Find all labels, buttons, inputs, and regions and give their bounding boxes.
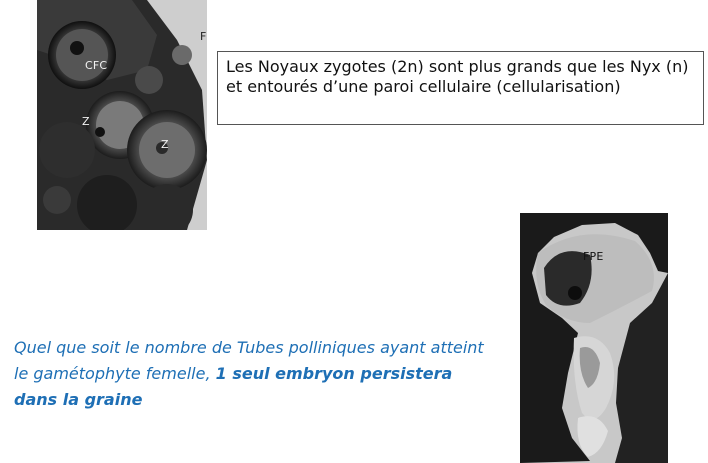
- micrograph-zygotes-image: [37, 0, 207, 230]
- caption-text: Quel que soit le nombre de Tubes pollini…: [14, 335, 494, 413]
- label-fe: F: [200, 30, 207, 43]
- label-cfc: CFC: [85, 59, 108, 72]
- label-z: Z: [82, 115, 90, 128]
- note-box: Les Noyaux zygotes (2n) sont plus grands…: [217, 51, 704, 125]
- label-fpe: FPE: [583, 250, 604, 263]
- label-z-2: Z: [161, 138, 169, 151]
- micrograph-embryo: FPE: [520, 213, 668, 463]
- micrograph-zygotes: CFC Z Z: [37, 0, 207, 230]
